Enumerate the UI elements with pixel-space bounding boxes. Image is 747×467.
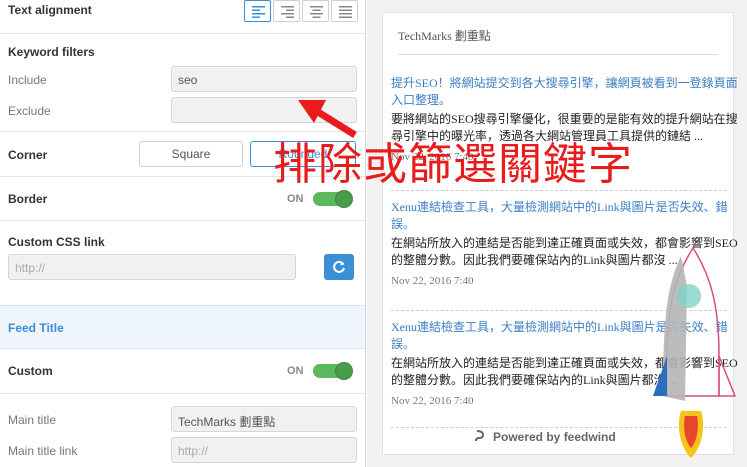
align-center-icon — [310, 6, 323, 18]
post-divider — [391, 190, 727, 191]
rocket-logo — [653, 246, 737, 458]
main-title-label: Main title — [8, 413, 57, 427]
feed-title-section-label: Feed Title — [8, 321, 64, 335]
toggle-knob — [335, 190, 353, 208]
feed-title-section-header[interactable]: Feed Title — [0, 305, 365, 349]
exclude-label: Exclude — [8, 104, 51, 118]
border-label: Border — [8, 192, 48, 206]
refresh-icon — [333, 260, 345, 273]
feedwind-logo-icon — [475, 430, 485, 442]
post-title-link[interactable]: 提升SEO！將網站提交到各大搜尋引擎，讓網頁被看到一登錄頁面入口整理。 — [391, 75, 739, 109]
annotation-text: 排除或篩選關鍵字 — [273, 139, 633, 190]
custom-css-input[interactable]: http:// — [8, 254, 296, 280]
post-title-link[interactable]: Xenu連結檢查工具，大量檢測網站中的Link與圖片是否失效、錯誤。 — [391, 199, 739, 233]
include-input[interactable]: seo — [171, 66, 357, 92]
custom-label: Custom — [8, 364, 53, 378]
custom-toggle[interactable] — [313, 362, 353, 380]
settings-panel: Text alignment Keyword filters Include s… — [0, 0, 366, 467]
include-label: Include — [8, 73, 47, 87]
align-right-button[interactable] — [273, 0, 300, 22]
widget-title: TechMarks 劃重點 — [398, 29, 491, 43]
divider — [0, 131, 365, 132]
widget-title-divider — [398, 54, 718, 55]
keyword-filters-label: Keyword filters — [8, 45, 95, 59]
align-center-button[interactable] — [302, 0, 329, 22]
main-title-input[interactable]: TechMarks 劃重點 — [171, 406, 357, 432]
align-right-icon — [281, 6, 294, 18]
divider — [0, 220, 365, 221]
divider — [0, 393, 365, 394]
toggle-knob — [335, 362, 353, 380]
border-toggle-state: ON — [287, 193, 304, 205]
alignment-button-group — [0, 0, 365, 22]
custom-css-label: Custom CSS link — [8, 235, 105, 249]
powered-by-footer[interactable]: Powered by feedwind — [475, 430, 616, 444]
refresh-button[interactable] — [324, 254, 354, 280]
border-toggle[interactable] — [313, 190, 353, 208]
align-left-icon — [252, 6, 265, 18]
custom-toggle-state: ON — [287, 365, 304, 377]
align-justify-button[interactable] — [331, 0, 358, 22]
main-title-link-input[interactable]: http:// — [171, 437, 357, 463]
align-left-button[interactable] — [244, 0, 271, 22]
align-justify-icon — [339, 6, 352, 18]
main-title-link-label: Main title link — [8, 444, 78, 458]
corner-label: Corner — [8, 148, 48, 162]
powered-by-text: Powered by feedwind — [493, 430, 616, 444]
corner-square-button[interactable]: Square — [139, 141, 243, 167]
divider — [0, 33, 365, 34]
exclude-input[interactable] — [171, 97, 357, 123]
